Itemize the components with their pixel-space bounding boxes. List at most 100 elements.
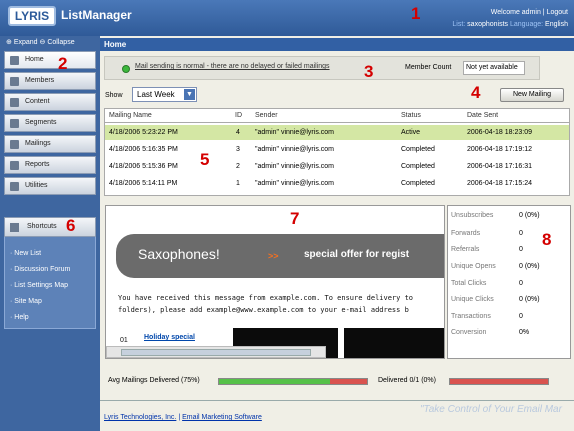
collapse-icon[interactable]: ⊖: [40, 39, 46, 46]
sidebar-item-label: Content: [25, 98, 50, 105]
logout-link[interactable]: Logout: [547, 9, 568, 16]
avg-delivered-bar: [218, 378, 368, 385]
shortcut-label: Help: [14, 314, 29, 321]
collapse-link[interactable]: Collapse: [47, 39, 74, 46]
cell-date-sent: 2006-04-18 17:15:24: [467, 180, 532, 187]
table-row[interactable]: 4/18/2006 5:23:22 PM 4 "admin" vinnie@lyri…: [105, 125, 569, 140]
show-period-select[interactable]: Last Week ▼: [132, 87, 197, 102]
page-title: Home: [100, 38, 574, 51]
avg-delivered-fill: [219, 379, 330, 384]
scrollbar-thumb[interactable]: [121, 349, 311, 356]
mailing-preview[interactable]: Saxophones! >> special offer for regist …: [105, 205, 445, 359]
sidebar-item-label: Segments: [25, 119, 57, 126]
sidebar-item-members[interactable]: Members: [4, 72, 96, 90]
status-bar: Mail sending is normal - there are no de…: [104, 56, 540, 80]
shortcuts-title: Shortcuts: [27, 223, 57, 230]
list-value[interactable]: saxophonists: [467, 21, 508, 28]
shortcut-list-settings-map[interactable]: · List Settings Map: [10, 282, 68, 289]
shortcut-new-list[interactable]: · New List: [10, 250, 41, 257]
cell-mailing-name: 4/18/2006 5:23:22 PM: [109, 129, 178, 136]
content-icon: [10, 98, 19, 107]
sidebar-item-home[interactable]: Home: [4, 51, 96, 69]
shortcut-discussion-forum[interactable]: · Discussion Forum: [10, 266, 70, 273]
company-link[interactable]: Lyris Technologies, Inc.: [104, 414, 176, 421]
cell-date-sent: 2006-04-18 18:23:09: [467, 129, 532, 136]
annotation-4: 4: [471, 83, 481, 102]
tagline: "Take Control of Your Email Mar: [420, 404, 562, 415]
sidebar-item-content[interactable]: Content: [4, 93, 96, 111]
annotation-8: 8: [542, 230, 552, 249]
cell-mailing-name: 4/18/2006 5:16:35 PM: [109, 146, 178, 153]
cell-sender: "admin" vinnie@lyris.com: [255, 129, 334, 136]
avg-delivered-label: Avg Mailings Delivered (75%): [108, 377, 200, 384]
home-icon: [10, 56, 19, 65]
stat-row: Unique Clicks 0 (0%): [451, 296, 566, 303]
cell-status: Completed: [401, 180, 435, 187]
cell-date-sent: 2006-04-18 17:16:31: [467, 163, 532, 170]
header-links: Welcome admin | Logout List: saxophonist…: [452, 7, 568, 31]
footer-links: Lyris Technologies, Inc. | Email Marketi…: [104, 414, 262, 421]
shortcut-label: List Settings Map: [14, 282, 68, 289]
stat-label: Conversion: [451, 329, 487, 336]
shortcut-label: New List: [14, 250, 42, 257]
stat-label: Unique Clicks: [451, 296, 494, 303]
table-row[interactable]: 4/18/2006 5:14:11 PM 1 "admin" vinnie@lyri…: [105, 176, 569, 191]
cell-status: Completed: [401, 146, 435, 153]
sidebar-item-label: Utilities: [25, 182, 48, 189]
table-row[interactable]: 4/18/2006 5:16:35 PM 3 "admin" vinnie@lyri…: [105, 142, 569, 157]
new-mailing-button[interactable]: New Mailing: [500, 88, 564, 102]
cell-mailing-name: 4/18/2006 5:15:36 PM: [109, 163, 178, 170]
banner-offer: special offer for regist: [304, 249, 410, 260]
shortcut-site-map[interactable]: · Site Map: [10, 298, 42, 305]
column-header-mailing-name[interactable]: Mailing Name: [109, 112, 152, 119]
table-header-divider: [105, 122, 569, 123]
preview-text: You have received this message from exam…: [118, 292, 413, 316]
banner-arrows: >>: [268, 251, 279, 261]
cell-mailing-name: 4/18/2006 5:14:11 PM: [109, 180, 178, 187]
holiday-special-link[interactable]: Holiday special: [144, 334, 195, 341]
column-header-sender[interactable]: Sender: [255, 112, 278, 119]
member-count-label: Member Count: [405, 64, 452, 71]
chevron-down-icon[interactable]: ▼: [184, 89, 195, 100]
status-ok-icon: [122, 65, 130, 73]
column-header-date-sent[interactable]: Date Sent: [467, 112, 498, 119]
cell-id: 4: [236, 129, 240, 136]
language-value[interactable]: English: [545, 21, 568, 28]
sidebar-item-label: Reports: [25, 161, 50, 168]
expand-icon[interactable]: ⊕: [6, 39, 12, 46]
stat-label: Unsubscribes: [451, 212, 494, 219]
shortcut-help[interactable]: · Help: [10, 314, 29, 321]
status-message-link[interactable]: Mail sending is normal - there are no de…: [135, 63, 330, 70]
segments-icon: [10, 119, 19, 128]
cell-sender: "admin" vinnie@lyris.com: [255, 180, 334, 187]
stat-label: Unique Opens: [451, 263, 496, 270]
column-header-id[interactable]: ID: [235, 112, 242, 119]
sidebar-item-label: Mailings: [25, 140, 51, 147]
column-header-status[interactable]: Status: [401, 112, 421, 119]
horizontal-scrollbar[interactable]: [106, 346, 326, 358]
shortcuts-icon: [10, 223, 19, 232]
stat-row: Conversion 0%: [451, 329, 566, 336]
lyris-logo: LYRIS: [8, 6, 56, 26]
stat-label: Total Clicks: [451, 280, 487, 287]
member-count-value: Not yet available: [463, 61, 525, 75]
expand-link[interactable]: Expand: [14, 39, 38, 46]
delivered-label: Delivered 0/1 (0%): [378, 377, 436, 384]
sidebar-item-reports[interactable]: Reports: [4, 156, 96, 174]
avg-delivered-rest: [330, 379, 367, 384]
cell-date-sent: 2006-04-18 17:19:12: [467, 146, 532, 153]
sidebar-item-utilities[interactable]: Utilities: [4, 177, 96, 195]
sidebar-item-segments[interactable]: Segments: [4, 114, 96, 132]
shortcuts-header: Shortcuts: [4, 217, 96, 237]
annotation-1: 1: [411, 4, 421, 23]
table-row[interactable]: 4/18/2006 5:15:36 PM 2 "admin" vinnie@lyri…: [105, 159, 569, 174]
stat-value: 0 (0%): [519, 263, 540, 270]
show-period-value: Last Week: [137, 90, 175, 99]
utilities-icon: [10, 182, 19, 191]
stat-value: 0: [519, 246, 523, 253]
sidebar-item-mailings[interactable]: Mailings: [4, 135, 96, 153]
annotation-3: 3: [364, 62, 374, 81]
software-link[interactable]: Email Marketing Software: [182, 414, 262, 421]
stat-value: 0: [519, 313, 523, 320]
stat-value: 0 (0%): [519, 296, 540, 303]
